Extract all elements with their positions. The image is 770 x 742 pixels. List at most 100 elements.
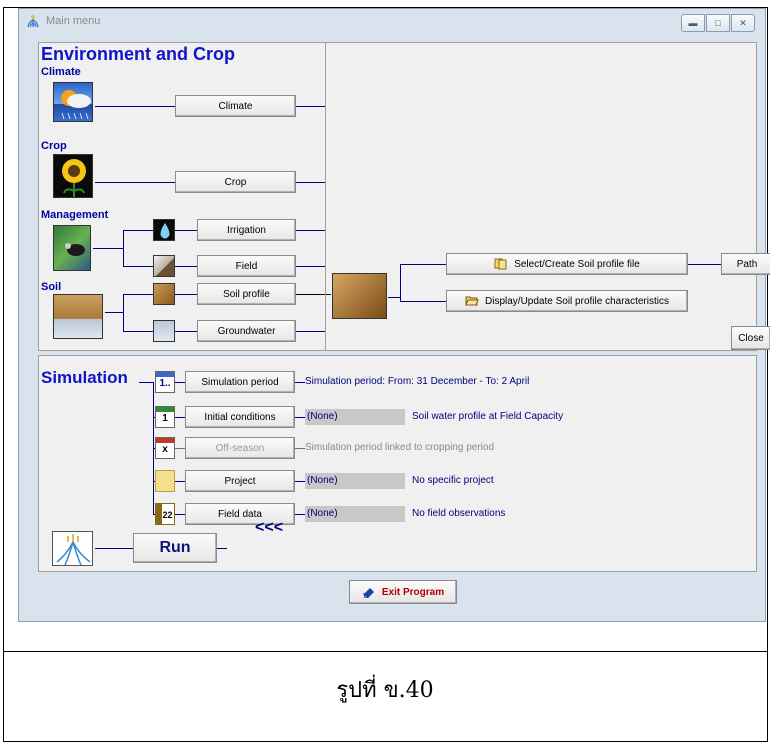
soil-panel-connector	[388, 297, 400, 298]
irrigation-connector-mid	[175, 230, 197, 231]
irrigation-button[interactable]: Irrigation	[197, 219, 296, 241]
off-season-text: Simulation period linked to cropping per…	[305, 442, 495, 453]
calendar-initial-icon[interactable]: 1	[155, 406, 175, 428]
soil-profile-image[interactable]	[153, 283, 175, 305]
exit-program-label: Exit Program	[381, 586, 445, 598]
minimize-button[interactable]: ▬	[681, 14, 705, 32]
groundwater-button[interactable]: Groundwater	[197, 320, 296, 342]
field-image[interactable]	[153, 255, 175, 277]
select-connector	[400, 264, 446, 265]
irrigation-connector-right	[296, 230, 325, 231]
close-icon: ✕	[739, 17, 747, 28]
soil-profile-connector	[123, 294, 153, 295]
close-panel-button[interactable]: Close	[731, 326, 770, 350]
soil-label: Soil	[41, 281, 62, 293]
title-bar[interactable]: Main menu ▬ □ ✕	[19, 9, 765, 35]
window-title: Main menu	[46, 15, 101, 27]
farmer-icon	[65, 243, 85, 256]
initial-conditions-text: Soil water profile at Field Capacity	[412, 411, 564, 422]
caption-divider	[3, 651, 768, 652]
simulation-connector	[139, 382, 153, 383]
crop-button[interactable]: Crop	[175, 171, 296, 193]
climate-connector-right	[296, 106, 325, 107]
path-button[interactable]: Path	[721, 253, 770, 275]
groundwater-connector	[123, 331, 153, 332]
soil-vertical	[123, 294, 124, 331]
project-connector-mid	[175, 481, 185, 482]
sun-cloud-icon	[61, 90, 91, 120]
run-connector	[95, 548, 133, 549]
climate-image[interactable]	[53, 82, 93, 122]
environment-panel: Environment and Crop Climate Climate Cro…	[38, 42, 770, 351]
minimize-icon: ▬	[688, 18, 698, 28]
project-text: No specific project	[412, 475, 494, 486]
calendar-period-icon[interactable]: 1..	[155, 371, 175, 393]
environment-heading: Environment and Crop	[41, 44, 236, 64]
crop-image[interactable]	[53, 154, 93, 198]
soil-panel-vertical	[400, 264, 401, 301]
groundwater-connector-right	[296, 331, 325, 332]
management-connector	[93, 248, 123, 249]
select-soil-profile-button[interactable]: Select/Create Soil profile file	[446, 253, 688, 275]
aquacrop-logo-icon	[56, 534, 91, 565]
period-connector-right	[295, 382, 305, 383]
groundwater-image[interactable]	[153, 320, 175, 342]
irrigation-image[interactable]	[153, 219, 175, 241]
sunflower-icon	[62, 159, 86, 197]
field-connector	[123, 266, 153, 267]
initial-connector-mid	[175, 417, 185, 418]
soil-image[interactable]	[53, 294, 103, 339]
soil-profile-connector-mid	[175, 294, 197, 295]
management-label: Management	[41, 209, 109, 221]
climate-button[interactable]: Climate	[175, 95, 296, 117]
folder-open-icon	[465, 295, 479, 307]
project-button[interactable]: Project	[185, 470, 295, 492]
soil-panel-image	[332, 273, 387, 319]
path-connector	[688, 264, 721, 265]
water-drop-icon	[160, 223, 170, 239]
simulation-period-button[interactable]: Simulation period	[185, 371, 295, 393]
management-image[interactable]	[53, 225, 91, 271]
display-soil-profile-label: Display/Update Soil profile characterist…	[485, 295, 669, 307]
project-connector-right	[295, 481, 305, 482]
soil-connector	[105, 312, 123, 313]
field-data-value: (None)	[305, 506, 405, 522]
irrigation-connector	[123, 230, 153, 231]
climate-label: Climate	[41, 66, 81, 78]
field-icon	[156, 258, 174, 276]
initial-conditions-button[interactable]: Initial conditions	[185, 406, 295, 428]
field-data-icon[interactable]: 22	[155, 503, 175, 525]
management-vertical	[123, 230, 124, 266]
files-icon	[494, 258, 508, 270]
period-connector	[175, 382, 185, 383]
soil-profile-button[interactable]: Soil profile	[197, 283, 296, 305]
initial-conditions-value: (None)	[305, 409, 405, 425]
display-soil-profile-button[interactable]: Display/Update Soil profile characterist…	[446, 290, 688, 312]
crop-connector-right	[296, 182, 325, 183]
off-season-button[interactable]: Off-season	[185, 437, 295, 459]
field-connector-right	[296, 266, 325, 267]
exit-program-button[interactable]: Exit Program	[349, 580, 457, 604]
main-menu-window: Main menu ▬ □ ✕ Environment and Crop Cli…	[18, 8, 770, 622]
simulation-period-text: Simulation period: From: 31 December - T…	[305, 376, 530, 387]
app-icon	[27, 15, 39, 28]
calendar-offseason-icon[interactable]: x	[155, 437, 175, 459]
field-button[interactable]: Field	[197, 255, 296, 277]
run-image[interactable]	[52, 531, 93, 566]
crop-connector	[95, 182, 175, 183]
offseason-connector-right	[295, 448, 305, 449]
field-connector-mid	[175, 266, 197, 267]
simulation-panel: Simulation 1.. Simulation period Simulat…	[38, 355, 757, 572]
simulation-heading: Simulation	[41, 368, 128, 387]
maximize-button[interactable]: □	[706, 14, 730, 32]
run-button[interactable]: Run	[133, 533, 217, 563]
field-data-connector-mid	[175, 514, 185, 515]
select-soil-profile-label: Select/Create Soil profile file	[514, 258, 640, 270]
run-connector-right	[217, 548, 227, 549]
project-icon[interactable]	[155, 470, 175, 492]
display-connector	[400, 301, 446, 302]
initial-connector-right	[295, 417, 305, 418]
field-data-text: No field observations	[412, 508, 506, 519]
close-window-button[interactable]: ✕	[731, 14, 755, 32]
soil-profile-panel: Select/Create Soil profile file Path Dis…	[325, 43, 770, 350]
